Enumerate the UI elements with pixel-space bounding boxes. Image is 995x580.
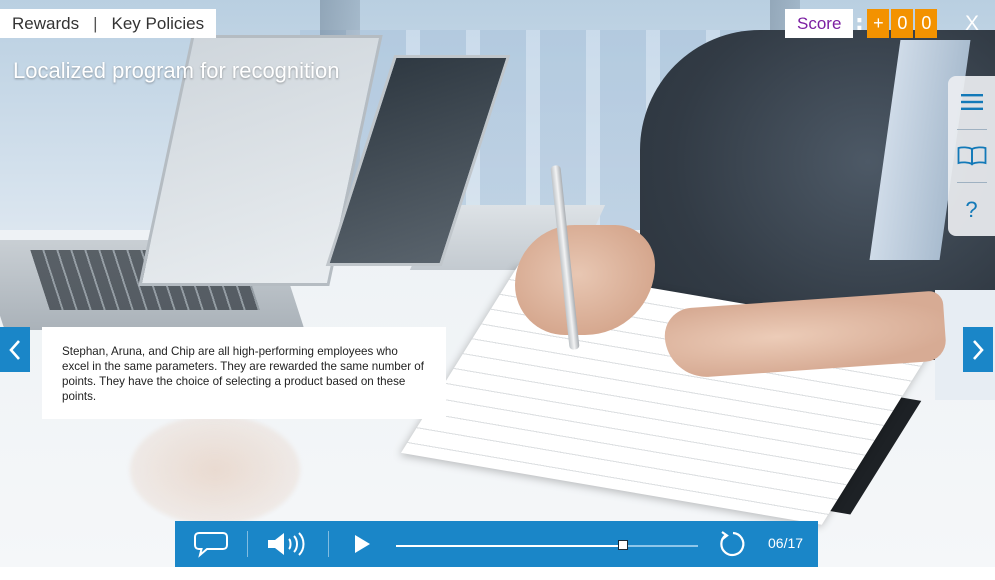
replay-button[interactable] xyxy=(715,521,751,567)
breadcrumb: Rewards | Key Policies xyxy=(0,9,217,38)
menu-button[interactable] xyxy=(948,76,995,129)
close-button[interactable]: X xyxy=(960,10,984,38)
replay-icon xyxy=(720,531,745,557)
side-menu: ? xyxy=(948,76,995,236)
volume-icon xyxy=(268,532,305,556)
chevron-left-icon xyxy=(9,339,20,360)
previous-slide-button[interactable] xyxy=(0,327,30,372)
chevron-right-icon xyxy=(973,339,984,360)
help-icon: ? xyxy=(965,196,978,222)
play-button[interactable] xyxy=(329,521,395,567)
slide-background xyxy=(0,0,995,567)
comment-icon xyxy=(194,532,228,558)
play-icon xyxy=(355,535,370,553)
caption-text: Stephan, Aruna, and Chip are all high-pe… xyxy=(62,345,424,403)
score-display: Score : + 0 0 xyxy=(785,9,938,38)
score-digit: 0 xyxy=(915,9,938,38)
progress-track[interactable] xyxy=(396,540,698,550)
score-digit: 0 xyxy=(891,9,914,38)
blurred-hand xyxy=(130,415,300,525)
bottom-strip xyxy=(0,567,995,580)
progress-fill xyxy=(396,545,623,547)
page-counter: 06/17 xyxy=(768,535,804,551)
help-button[interactable]: ? xyxy=(948,183,995,236)
breadcrumb-section: Rewards xyxy=(12,13,80,33)
breadcrumb-separator: | xyxy=(93,13,98,33)
progress-handle[interactable] xyxy=(617,540,628,550)
score-colon: : xyxy=(855,11,864,36)
comment-button[interactable] xyxy=(175,521,247,567)
resources-button[interactable] xyxy=(948,130,995,183)
breadcrumb-page: Key Policies xyxy=(111,13,205,33)
next-slide-button[interactable] xyxy=(963,327,993,372)
player-bar: 06/17 xyxy=(175,521,818,567)
caption-box: Stephan, Aruna, and Chip are all high-pe… xyxy=(42,327,446,419)
score-digit: + xyxy=(867,9,890,38)
volume-button[interactable] xyxy=(248,521,328,567)
slide-title: Localized program for recognition xyxy=(13,58,340,83)
menu-icon xyxy=(960,94,983,111)
score-label: Score xyxy=(785,9,854,38)
book-icon xyxy=(957,146,986,166)
